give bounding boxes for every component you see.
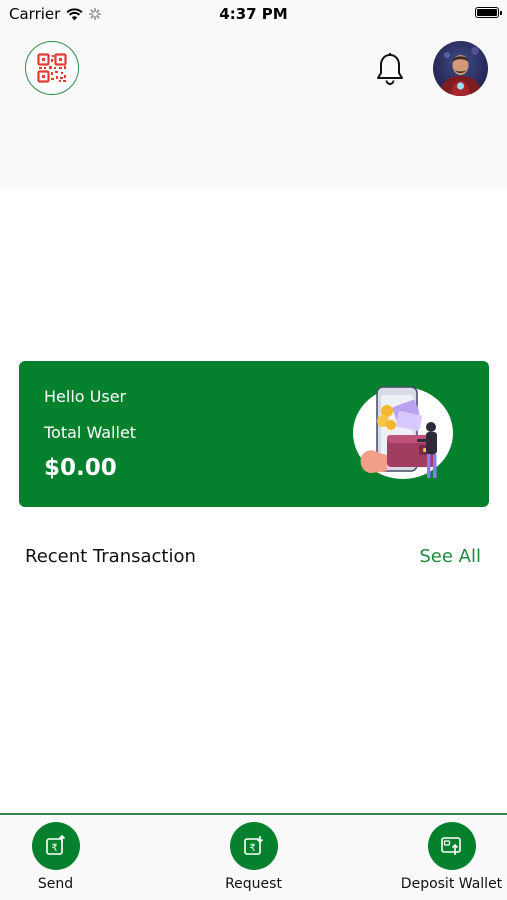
recent-transaction-title: Recent Transaction [25, 546, 196, 567]
status-time: 4:37 PM [219, 5, 288, 23]
send-button[interactable]: ₹ [31, 822, 80, 870]
avatar-image [439, 47, 482, 96]
bell-icon [377, 53, 403, 85]
wallet-card[interactable]: Hello User Total Wallet $0.00 [19, 361, 489, 507]
status-bar: Carrier 4:37 PM [0, 0, 507, 28]
wallet-balance: $0.00 [44, 455, 117, 481]
avatar[interactable] [433, 41, 488, 96]
tab-request[interactable]: ₹ Request [198, 815, 309, 900]
qr-code-icon [37, 53, 67, 83]
deposit-wallet-button[interactable] [427, 822, 476, 870]
request-money-icon: ₹ [243, 836, 263, 855]
send-money-icon: ₹ [45, 835, 65, 855]
battery-icon [475, 7, 502, 18]
svg-text:₹: ₹ [249, 843, 255, 854]
tab-label-request: Request [225, 876, 282, 892]
tab-label-send: Send [37, 876, 74, 892]
tab-label-deposit-wallet: Deposit Wallet [400, 876, 503, 892]
tab-deposit-wallet[interactable]: Deposit Wallet [396, 815, 507, 900]
header [0, 28, 507, 188]
notifications-button[interactable] [375, 52, 405, 86]
svg-text:₹: ₹ [51, 843, 57, 854]
tab-send[interactable]: ₹ Send [0, 815, 111, 900]
qr-scan-button[interactable] [25, 41, 79, 95]
see-all-link[interactable]: See All [419, 546, 481, 567]
deposit-wallet-icon [440, 837, 461, 855]
bottom-tab-bar: ₹ Send ₹ Request Deposit Wallet [0, 813, 507, 900]
total-wallet-label: Total Wallet [44, 423, 137, 442]
wallet-illustration [353, 386, 453, 479]
card-greeting: Hello User [44, 387, 127, 406]
request-button[interactable]: ₹ [229, 822, 278, 870]
